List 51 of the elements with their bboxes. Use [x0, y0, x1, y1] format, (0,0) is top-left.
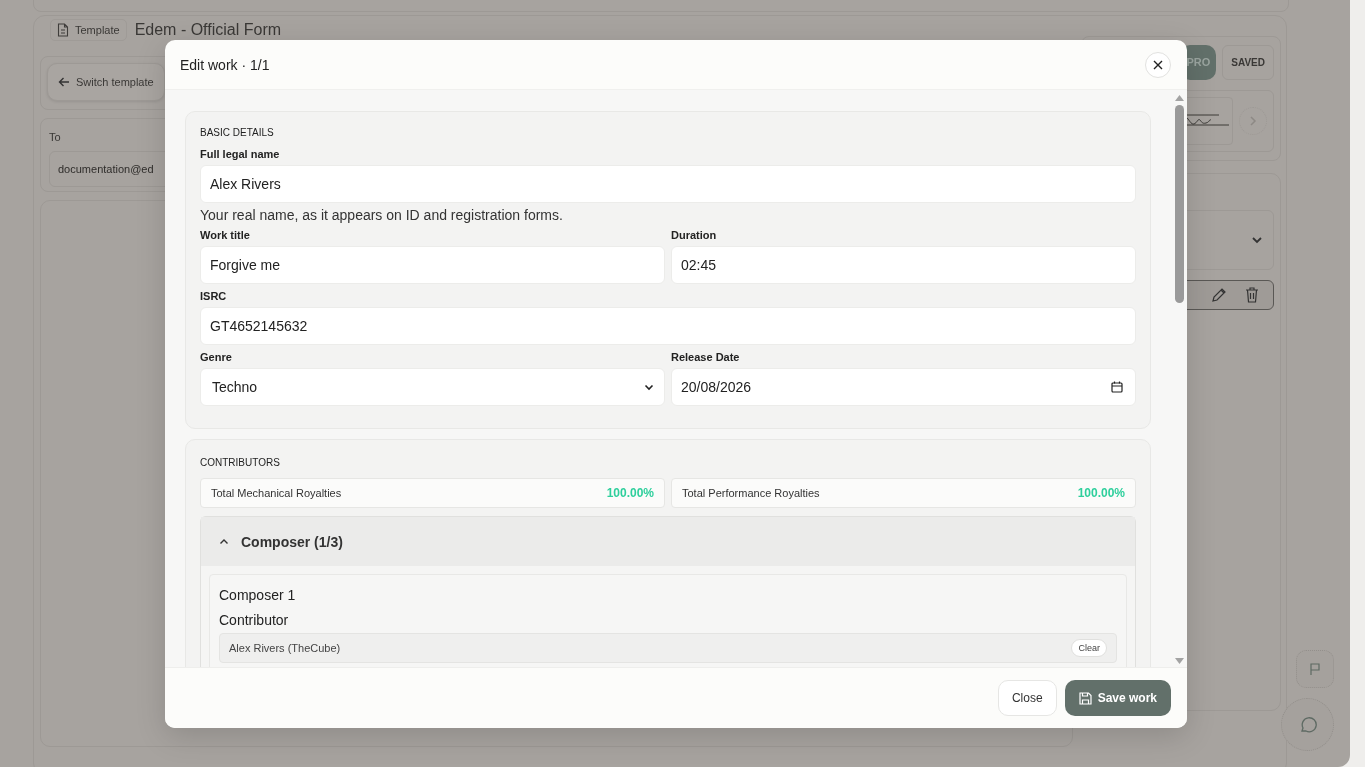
scroll-down-icon[interactable]	[1174, 658, 1184, 664]
select-field[interactable]: Techno	[200, 368, 665, 406]
field-label: Duration	[671, 229, 718, 241]
entry-title: Composer 1	[219, 587, 297, 603]
royalty-value: 100.00%	[1077, 486, 1125, 500]
chevron-down-icon	[644, 383, 654, 391]
text-field[interactable]: Forgive me	[200, 246, 665, 284]
chevron-down-icon	[1251, 236, 1263, 244]
form-title: Edem - Official Form	[134, 21, 282, 39]
close-button[interactable]	[1145, 51, 1171, 78]
royalty-label: Total Mechanical Royalties	[211, 487, 342, 499]
chevron-icon	[219, 538, 229, 545]
help-text: Your real name, as it appears on ID and registration forms.	[200, 207, 564, 223]
save-status: SAVED	[1222, 45, 1274, 80]
trash-icon[interactable]	[1245, 287, 1259, 303]
recipient-label: To	[49, 131, 61, 143]
document-icon	[57, 23, 69, 37]
field-label: Contributor	[219, 612, 290, 628]
contributor-field[interactable]: Alex Rivers (TheCube) Clear	[219, 633, 1117, 663]
save-button[interactable]: Save work	[1064, 680, 1171, 716]
field-label: Release Date	[671, 351, 741, 363]
scroll-up-icon[interactable]	[1174, 95, 1184, 101]
flag-icon	[1309, 662, 1321, 676]
royalty-label: Total Performance Royalties	[682, 487, 820, 499]
arrow-left-icon	[58, 76, 70, 88]
template-badge[interactable]: Template	[50, 19, 127, 41]
field-label: Genre	[200, 351, 233, 363]
group-header[interactable]: Composer (1/3)	[201, 517, 1135, 566]
pencil-icon[interactable]	[1211, 287, 1227, 303]
save-icon	[1078, 691, 1092, 705]
text-field[interactable]: GT4652145632	[200, 307, 1136, 345]
close-icon	[1153, 59, 1163, 70]
field-label: ISRC	[200, 290, 228, 302]
dialog-title: Edit work · 1/1	[180, 56, 270, 73]
switch-template-button[interactable]: Switch template	[47, 63, 165, 101]
report-button[interactable]	[1296, 650, 1334, 688]
text-field[interactable]: Alex Rivers	[200, 165, 1136, 203]
template-label: Template	[75, 24, 120, 36]
section-heading: BASIC DETAILS	[200, 127, 275, 138]
chevron-right-icon	[1249, 115, 1257, 127]
clear-button[interactable]: Clear	[1071, 639, 1107, 657]
scrollbar-thumb[interactable]	[1174, 105, 1184, 303]
cancel-button[interactable]: Close	[997, 680, 1057, 716]
royalty-value: 100.00%	[606, 486, 654, 500]
field-label: Work title	[200, 229, 251, 241]
calendar-icon	[1111, 381, 1123, 393]
section-heading: CONTRIBUTORS	[200, 457, 281, 468]
chat-bubble-icon	[1298, 715, 1317, 734]
field-label: Full legal name	[200, 148, 281, 160]
text-field[interactable]: 02:45	[671, 246, 1136, 284]
date-field[interactable]: 20/08/2026	[671, 368, 1136, 406]
